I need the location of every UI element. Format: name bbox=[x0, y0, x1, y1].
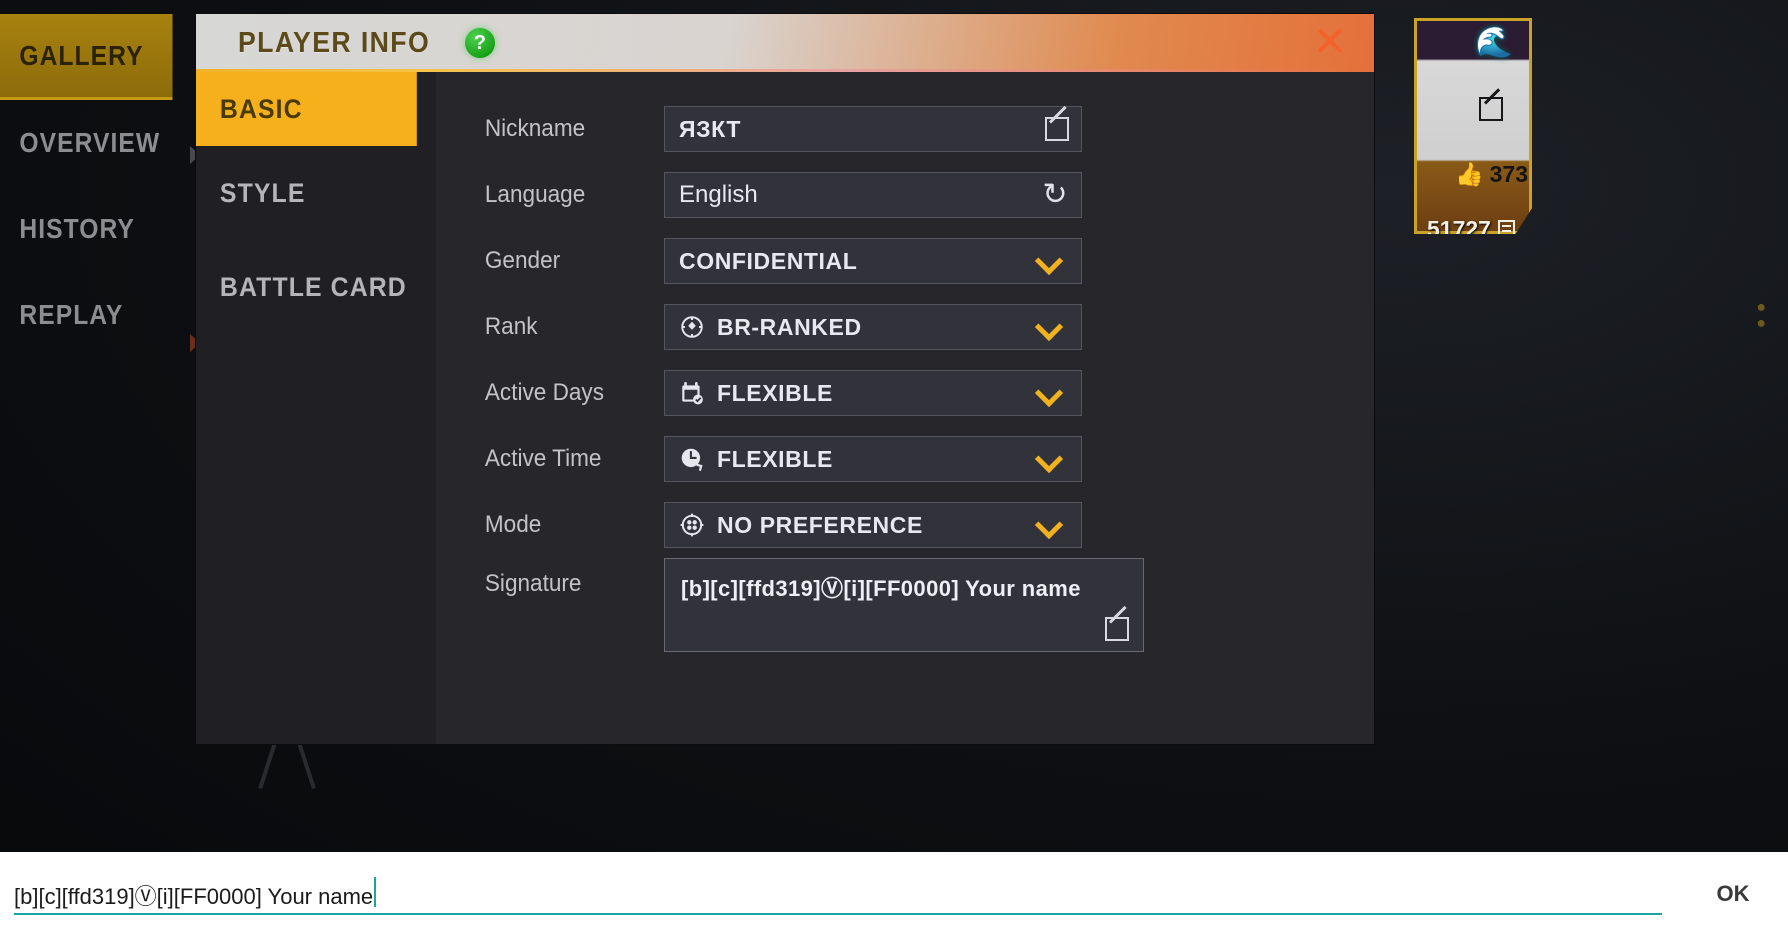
bg-nav-label: OVERVIEW bbox=[19, 127, 161, 158]
ime-input-bar: [b][c][ffd319]Ⓥ[i][FF0000] Your name OK bbox=[0, 852, 1788, 936]
field-row-active-time: Active Time FLEXIBLE bbox=[436, 426, 1374, 492]
field-label: Active Days bbox=[484, 379, 604, 406]
bg-nav-item-replay[interactable]: REPLAY bbox=[0, 272, 172, 358]
background-right-panel: 🌊 👍 373 51727 RANKED BLEM 🗽 🕰 141 ⋮ bbox=[1368, 0, 1788, 936]
edit-pencil-icon[interactable] bbox=[1105, 617, 1129, 641]
chevron-down-icon[interactable] bbox=[1034, 510, 1064, 540]
tab-battle-card[interactable]: BATTLE CARD bbox=[196, 250, 417, 324]
player-id-value: 51727 bbox=[1427, 216, 1491, 242]
field-value: CONFIDENTIAL bbox=[679, 247, 858, 274]
ime-input[interactable]: [b][c][ffd319]Ⓥ[i][FF0000] Your name bbox=[14, 879, 373, 911]
clock-icon bbox=[679, 446, 705, 472]
bg-nav-item-gallery[interactable]: GALLERY bbox=[0, 14, 173, 100]
chevron-down-icon[interactable] bbox=[1034, 444, 1064, 474]
field-label: Gender bbox=[484, 247, 561, 274]
ok-button[interactable]: OK bbox=[1678, 881, 1788, 907]
decorative-dots: ● ● bbox=[1756, 299, 1766, 332]
chevron-down-icon[interactable] bbox=[1034, 378, 1064, 408]
squad-crosshair-icon bbox=[679, 512, 705, 538]
tab-style[interactable]: STYLE bbox=[196, 156, 417, 230]
rank-dropdown[interactable]: BR-RANKED bbox=[664, 304, 1082, 350]
bg-nav-item-overview[interactable]: OVERVIEW bbox=[0, 100, 172, 186]
field-label: Mode bbox=[484, 511, 542, 538]
player-card[interactable]: 🌊 👍 373 51727 bbox=[1414, 18, 1532, 234]
gender-dropdown[interactable]: CONFIDENTIAL bbox=[664, 238, 1082, 284]
field-value: BR-RANKED bbox=[717, 313, 862, 340]
bg-nav-label: REPLAY bbox=[19, 299, 124, 330]
field-value: English bbox=[679, 181, 758, 208]
dragon-mascot-icon: 🌊 bbox=[1475, 26, 1513, 59]
dialog-header: PLAYER INFO ? ✕ bbox=[196, 14, 1374, 72]
field-value: FLEXIBLE bbox=[717, 445, 833, 472]
field-label: Active Time bbox=[484, 445, 602, 472]
bg-nav-label: HISTORY bbox=[19, 213, 135, 244]
field-row-signature: Signature [b][c][ffd319]Ⓥ[i][FF0000] You… bbox=[436, 558, 1374, 678]
dialog-sidebar: BASIC STYLE BATTLE CARD bbox=[196, 72, 436, 744]
close-icon[interactable]: ✕ bbox=[1308, 21, 1352, 65]
close-label: ✕ bbox=[1312, 18, 1348, 65]
nickname-input[interactable]: ЯЗКТ bbox=[664, 106, 1082, 152]
field-row-gender: Gender CONFIDENTIAL bbox=[436, 228, 1374, 294]
field-label: Signature bbox=[484, 570, 582, 597]
background-left-nav: GALLERY OVERVIEW HISTORY REPLAY bbox=[0, 14, 196, 358]
tab-label: BATTLE CARD bbox=[219, 271, 407, 302]
mode-dropdown[interactable]: NO PREFERENCE bbox=[664, 502, 1082, 548]
likes-count: 373 bbox=[1489, 161, 1529, 187]
language-field[interactable]: English ↻ bbox=[664, 172, 1082, 218]
tab-basic[interactable]: BASIC bbox=[196, 72, 417, 146]
field-label: Rank bbox=[484, 313, 538, 340]
input-underline bbox=[14, 913, 1662, 915]
field-row-language: Language English ↻ bbox=[436, 162, 1374, 228]
basic-info-form: Nickname ЯЗКТ Language English ↻ Gender … bbox=[436, 72, 1374, 744]
field-value: ЯЗКТ bbox=[679, 115, 742, 142]
field-row-active-days: Active Days FLEXIBLE bbox=[436, 360, 1374, 426]
field-value: FLEXIBLE bbox=[717, 379, 833, 406]
player-id-row[interactable]: 51727 bbox=[1427, 216, 1515, 242]
field-row-nickname: Nickname ЯЗКТ bbox=[436, 96, 1374, 162]
thumbs-up-icon: 👍 bbox=[1455, 161, 1484, 187]
help-question-icon[interactable]: ? bbox=[464, 28, 495, 58]
text-cursor bbox=[374, 877, 377, 907]
signature-textarea[interactable]: [b][c][ffd319]Ⓥ[i][FF0000] Your name bbox=[664, 558, 1144, 652]
parachute-rank-icon bbox=[679, 314, 705, 340]
tab-label: STYLE bbox=[219, 177, 306, 208]
chevron-down-icon[interactable] bbox=[1034, 312, 1064, 342]
bg-nav-label: GALLERY bbox=[19, 39, 144, 71]
player-info-dialog: PLAYER INFO ? ✕ BASIC STYLE BATTLE CARD bbox=[196, 14, 1374, 744]
active-days-dropdown[interactable]: FLEXIBLE bbox=[664, 370, 1082, 416]
help-label: ? bbox=[473, 31, 486, 54]
field-row-rank: Rank BR-RANKED bbox=[436, 294, 1374, 360]
field-value: NO PREFERENCE bbox=[717, 511, 923, 538]
active-time-dropdown[interactable]: FLEXIBLE bbox=[664, 436, 1082, 482]
field-label: Language bbox=[484, 181, 586, 208]
field-label: Nickname bbox=[484, 115, 586, 142]
field-row-mode: Mode NO PREFERENCE bbox=[436, 492, 1374, 558]
bg-nav-item-history[interactable]: HISTORY bbox=[0, 186, 172, 272]
ime-field[interactable]: [b][c][ffd319]Ⓥ[i][FF0000] Your name bbox=[14, 869, 1662, 919]
copy-icon[interactable] bbox=[1497, 219, 1515, 234]
dialog-body: BASIC STYLE BATTLE CARD Nickname ЯЗКТ La… bbox=[196, 72, 1374, 744]
player-likes: 👍 373 bbox=[1455, 161, 1528, 188]
edit-pencil-icon[interactable] bbox=[1479, 97, 1503, 121]
signature-value: [b][c][ffd319]Ⓥ[i][FF0000] Your name bbox=[681, 576, 1081, 601]
refresh-icon[interactable]: ↻ bbox=[1039, 179, 1071, 211]
ok-label: OK bbox=[1716, 881, 1750, 906]
page-title: PLAYER INFO bbox=[238, 26, 431, 59]
chevron-down-icon[interactable] bbox=[1034, 246, 1064, 276]
calendar-check-icon bbox=[679, 380, 705, 406]
edit-pencil-icon[interactable] bbox=[1045, 117, 1069, 141]
tab-label: BASIC bbox=[219, 93, 303, 124]
